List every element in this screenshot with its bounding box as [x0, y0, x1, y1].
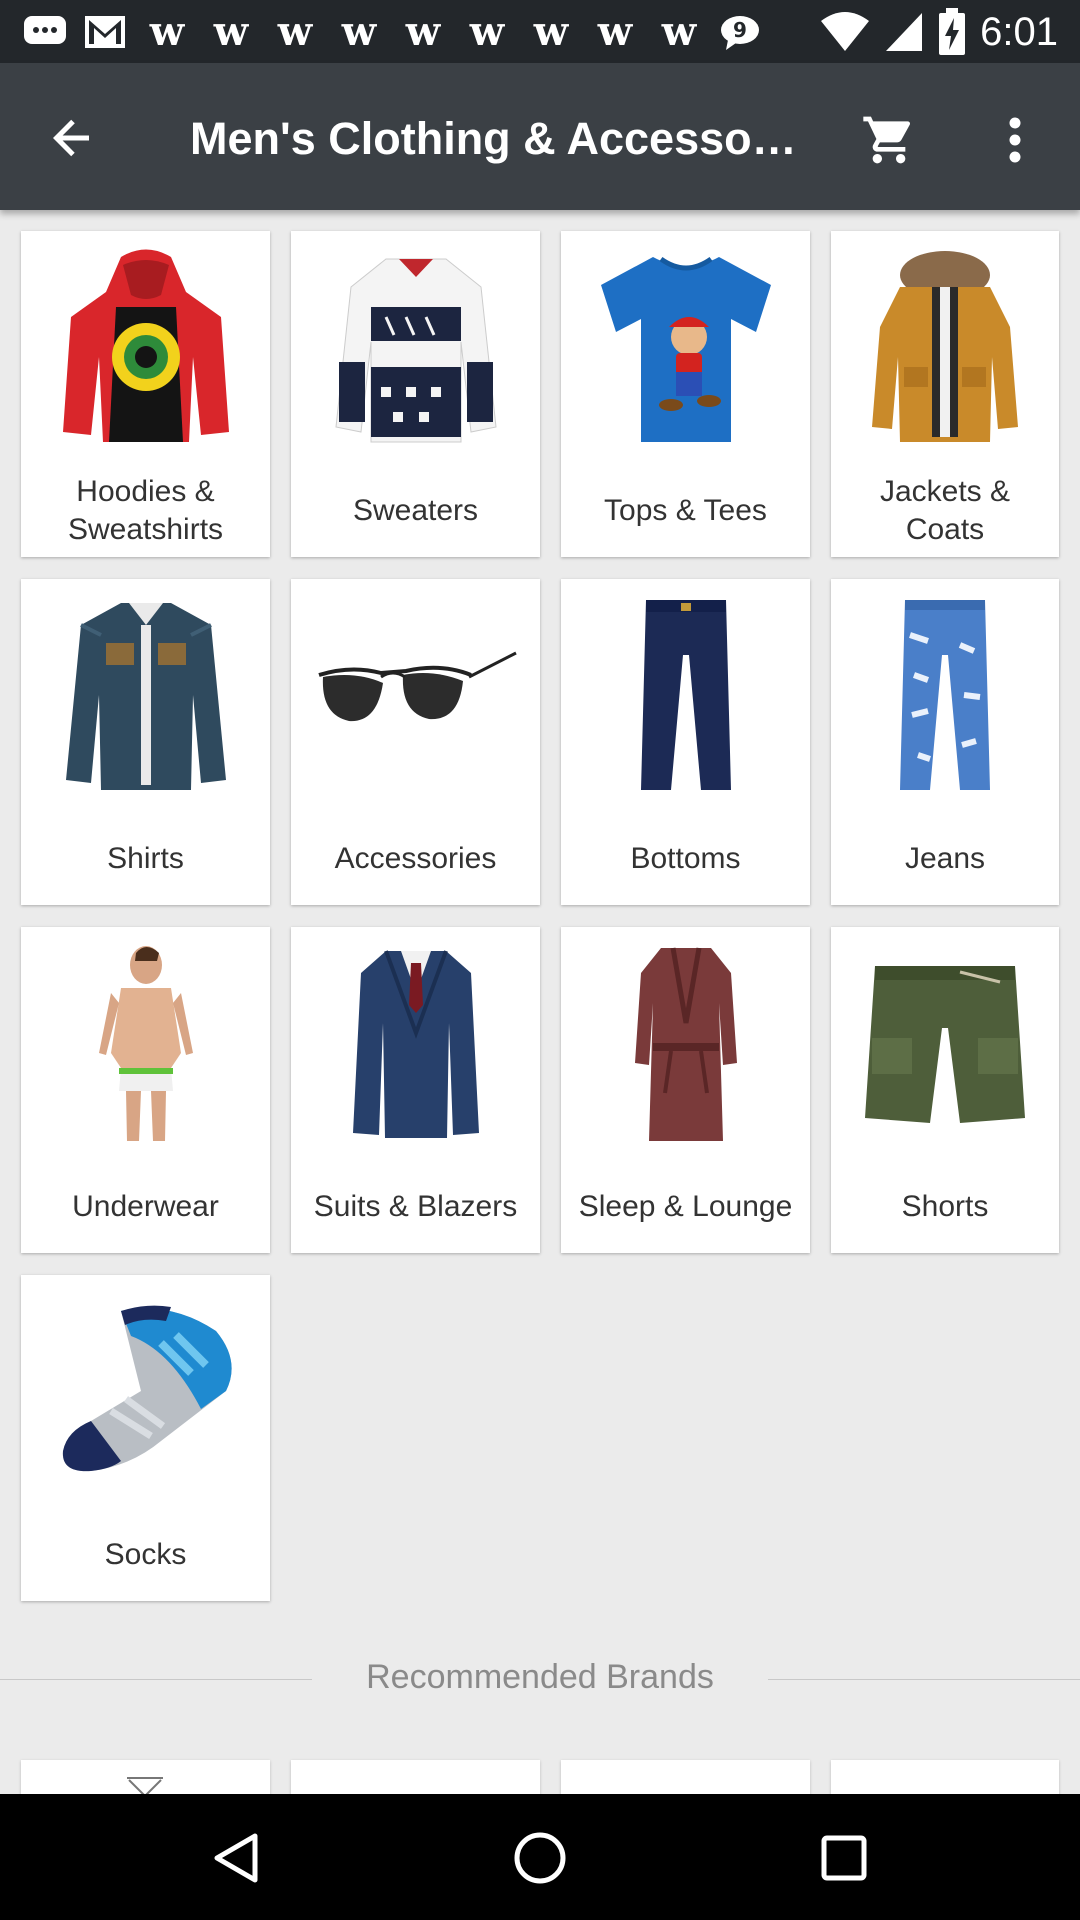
- messages-icon: [22, 12, 68, 52]
- cart-button[interactable]: [852, 103, 926, 177]
- jacket-icon: [872, 251, 1018, 442]
- category-tile-jackets[interactable]: Jackets & Coats: [831, 231, 1059, 557]
- w-icon: w: [661, 8, 697, 55]
- category-tile-shorts[interactable]: Shorts: [831, 927, 1059, 1253]
- circle-home-icon: [514, 1832, 566, 1884]
- sock-icon: [62, 1305, 232, 1472]
- jeans-icon: [900, 600, 990, 790]
- category-tile-sweaters[interactable]: Sweaters: [291, 231, 540, 557]
- category-tile-shirts[interactable]: Shirts: [21, 579, 270, 905]
- section-divider: [0, 1679, 312, 1680]
- notification-icons: w w w w w w w w w 9: [22, 8, 762, 56]
- category-label: Suits & Blazers: [313, 1190, 518, 1223]
- category-label: Shorts: [901, 1190, 989, 1223]
- category-label: Jeans: [904, 842, 986, 875]
- section-divider: [768, 1679, 1080, 1680]
- w-icon: w: [533, 8, 569, 55]
- clock: 6:01: [980, 9, 1058, 54]
- w-icon: w: [149, 8, 185, 55]
- battery-charging-icon: [938, 8, 966, 56]
- suit-icon: [352, 950, 479, 1138]
- w-icon: w: [277, 8, 313, 55]
- w-icon: w: [213, 8, 249, 55]
- svg-text:9: 9: [733, 18, 747, 42]
- square-recents-icon: [821, 1835, 867, 1881]
- chat-icon: 9: [718, 12, 762, 52]
- wifi-icon: [820, 11, 870, 53]
- app-bar: Men's Clothing & Accessories: [0, 63, 1080, 210]
- category-tile-sleep-lounge[interactable]: Sleep & Lounge: [561, 927, 810, 1253]
- category-tile-suits[interactable]: Suits & Blazers: [291, 927, 540, 1253]
- category-label: Socks: [104, 1538, 187, 1571]
- category-label: Bottoms: [630, 842, 741, 875]
- more-options-button[interactable]: [985, 103, 1045, 177]
- cart-icon: [863, 116, 911, 164]
- robe-icon: [634, 947, 737, 1141]
- section-title: Recommended Brands: [366, 1658, 714, 1696]
- category-label: Shirts: [107, 842, 184, 875]
- back-button[interactable]: [38, 103, 108, 173]
- category-tile-jeans[interactable]: Jeans: [831, 579, 1059, 905]
- navigation-bar: [0, 1794, 1080, 1920]
- category-label: Jackets & Coats: [879, 475, 1011, 546]
- w-icon: w: [405, 8, 441, 55]
- category-tile-socks[interactable]: Socks: [21, 1275, 270, 1601]
- system-status: 6:01: [820, 6, 1058, 58]
- denim-shirt-icon: [65, 603, 226, 790]
- category-label: Underwear: [72, 1190, 219, 1223]
- pants-icon: [640, 600, 731, 790]
- status-bar: w w w w w w w w w 9 6:01: [0, 0, 1080, 63]
- tshirt-icon: [600, 256, 771, 442]
- nav-home-button[interactable]: [504, 1822, 576, 1894]
- sweater-icon: [334, 258, 497, 443]
- signal-icon: [884, 11, 924, 53]
- category-label: Hoodies & Sweatshirts: [67, 475, 224, 546]
- shorts-icon: [865, 966, 1025, 1123]
- w-icon: w: [469, 8, 505, 55]
- category-tile-accessories[interactable]: Accessories: [291, 579, 540, 905]
- w-icon: w: [597, 8, 633, 55]
- category-tile-underwear[interactable]: Underwear: [21, 927, 270, 1253]
- category-tile-hoodies[interactable]: Hoodies & Sweatshirts: [21, 231, 270, 557]
- category-label: Tops & Tees: [604, 494, 767, 527]
- category-tile-tops-tees[interactable]: Tops & Tees: [561, 231, 810, 557]
- category-label: Sweaters: [352, 494, 479, 527]
- nav-back-button[interactable]: [200, 1822, 272, 1894]
- page-title: Men's Clothing & Accessories: [190, 113, 810, 164]
- sunglasses-icon: [317, 651, 517, 722]
- arrow-back-icon: [53, 119, 89, 157]
- nav-recents-button[interactable]: [808, 1822, 880, 1894]
- more-vert-icon: [1009, 117, 1021, 163]
- category-label: Accessories: [334, 842, 497, 875]
- underwear-icon: [98, 946, 193, 1141]
- w-icon: w: [341, 8, 377, 55]
- hoodie-icon: [62, 249, 229, 442]
- category-label: Sleep & Lounge: [578, 1190, 793, 1223]
- brand-logo-icon: [127, 1777, 163, 1796]
- gmail-icon: [82, 12, 128, 52]
- category-tile-bottoms[interactable]: Bottoms: [561, 579, 810, 905]
- triangle-back-icon: [214, 1833, 258, 1883]
